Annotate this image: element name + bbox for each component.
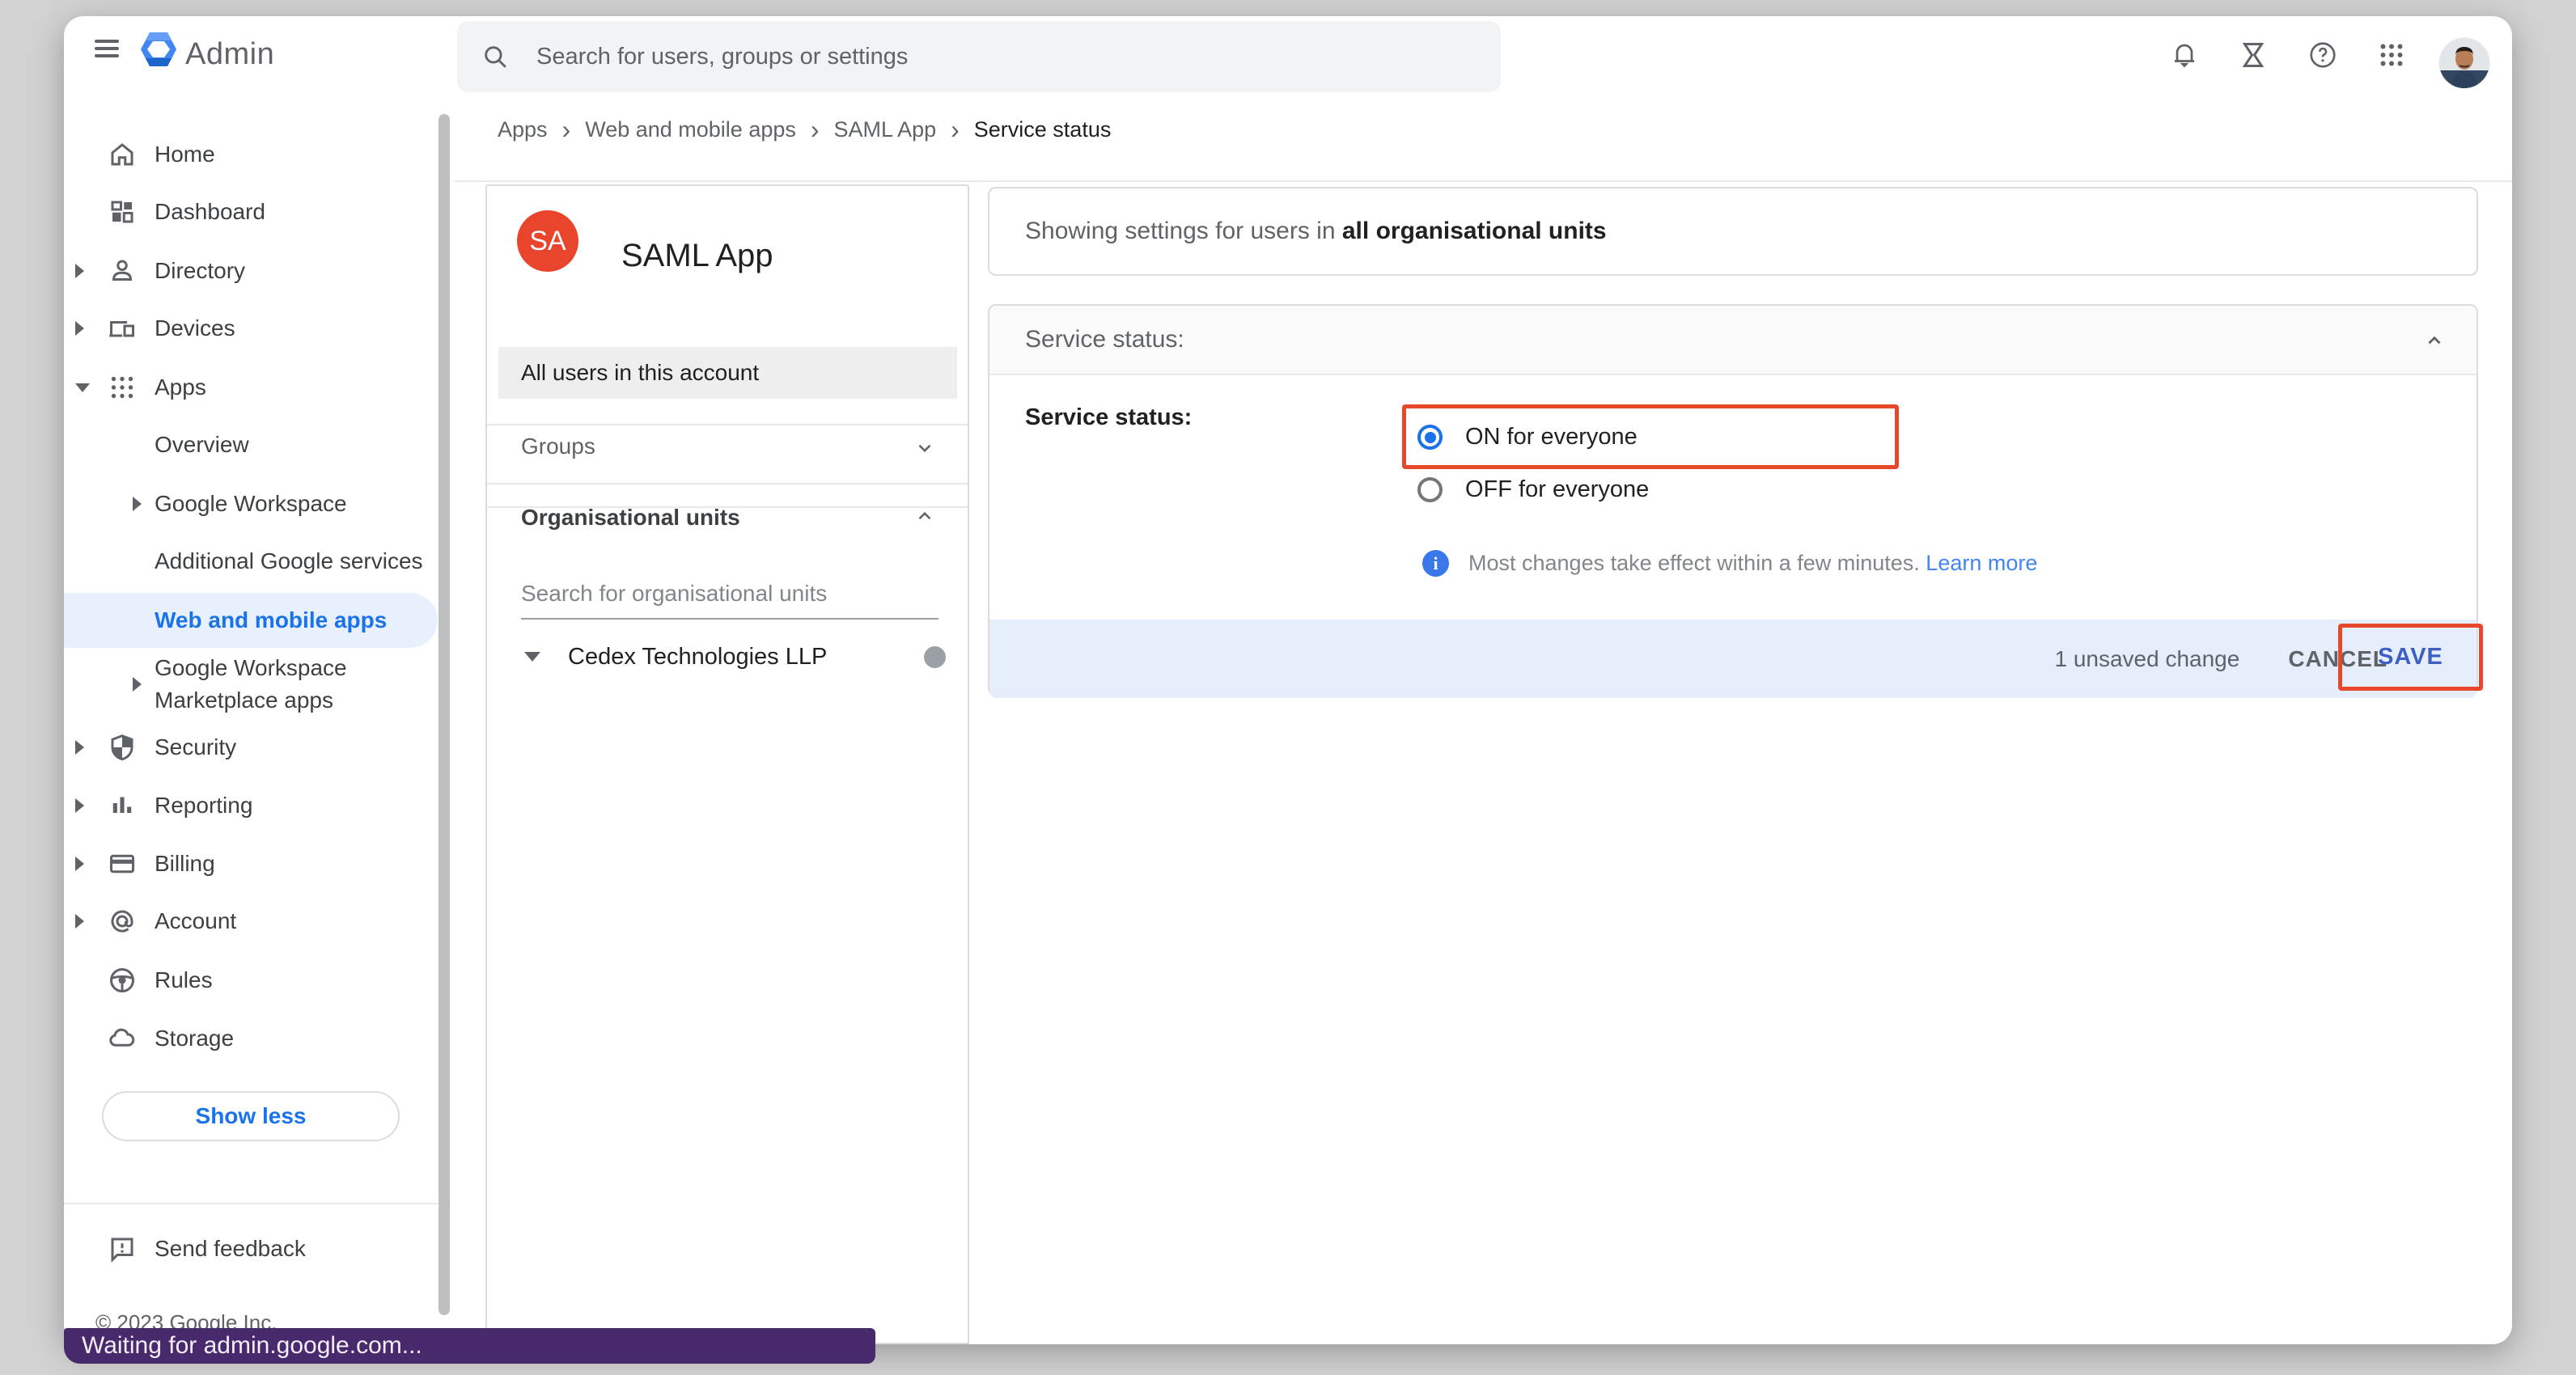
breadcrumb-current: Service status [974,117,1112,142]
send-feedback-button[interactable]: Send feedback [64,1221,438,1277]
expand-caret-icon[interactable] [75,264,84,278]
sidebar-divider [64,1203,451,1204]
search-input[interactable] [536,44,1426,70]
org-units-section-toggle[interactable]: Organisational units [487,489,968,546]
unsaved-count: 1 unsaved change [2054,646,2239,672]
hamburger-menu-icon[interactable] [95,40,119,57]
groups-section-toggle[interactable]: Groups [487,418,968,475]
expand-caret-icon[interactable] [75,740,84,755]
service-status-card: Service status: Service status: ON for e… [988,304,2478,696]
chevron-up-icon [2424,330,2445,351]
at-sign-icon [108,907,137,936]
notifications-bell-icon[interactable] [2170,40,2199,70]
status-text: Waiting for admin.google.com... [82,1332,422,1360]
all-users-item[interactable]: All users in this account [498,347,957,399]
sidebar-item-dashboard[interactable]: Dashboard [64,184,438,240]
sidebar-item-directory[interactable]: Directory [64,243,438,299]
admin-hexagon-logo [141,32,176,66]
sidebar-item-security[interactable]: Security [64,719,438,776]
sidebar-item-google-workspace[interactable]: Google Workspace [64,476,438,532]
apps-icon [108,373,137,402]
devices-icon [108,314,137,343]
sidebar-item-home[interactable]: Home [64,126,438,183]
scope-prefix: Showing settings for users in [1025,218,1342,244]
scope-value: all organisational units [1342,218,1607,244]
breadcrumb-separator: › [811,115,820,145]
breadcrumb-separator: › [951,115,960,145]
sidebar-item-google-workspace-marketplace-apps[interactable]: Google Workspace Marketplace apps [64,652,438,717]
org-unit-row[interactable]: Cedex Technologies LLP [487,632,968,681]
dashboard-icon [108,197,137,226]
sidebar-item-storage[interactable]: Storage [64,1010,438,1067]
sidebar-item-devices[interactable]: Devices [64,300,438,357]
breadcrumb-separator: › [562,115,571,145]
radio-selected-icon[interactable] [1417,425,1443,450]
chevron-down-icon [914,438,935,459]
product-title: Admin [185,37,274,72]
sidebar-item-additional-google-services[interactable]: Additional Google services [64,533,438,590]
collapse-caret-icon[interactable] [75,383,90,392]
apps-grid-icon[interactable] [2377,40,2406,70]
steering-wheel-icon [108,966,137,995]
sidebar-item-account[interactable]: Account [64,893,438,950]
app-name: SAML App [621,238,773,274]
expand-caret-icon[interactable] [75,798,84,813]
cloud-icon [108,1024,137,1053]
radio-unselected-icon[interactable] [1417,477,1443,502]
help-icon[interactable] [2308,40,2337,70]
sidebar-item-web-and-mobile-apps[interactable]: Web and mobile apps [64,593,438,648]
user-avatar[interactable] [2439,38,2489,88]
service-status-field-label: Service status: [1025,404,1192,431]
expand-caret-icon[interactable] [75,914,84,929]
bar-chart-icon [108,791,137,820]
org-units-search-input[interactable] [521,574,938,620]
info-icon: i [1422,550,1449,577]
expand-caret-icon[interactable] [133,497,142,511]
search-icon [481,43,509,70]
app-panel: SA SAML App All users in this account Gr… [485,184,969,1344]
breadcrumb: Apps › Web and mobile apps › SAML App › … [498,112,1111,147]
expand-caret-icon[interactable] [75,321,84,336]
org-units-search[interactable] [521,574,938,620]
sidebar-scrollbar[interactable] [439,114,450,1315]
save-button-highlight-box[interactable]: SAVE [2338,624,2483,691]
expand-caret-icon[interactable] [75,857,84,871]
shield-icon [108,733,137,762]
show-less-button[interactable]: Show less [102,1091,400,1141]
radio-on-for-everyone[interactable]: ON for everyone [1417,424,1638,451]
home-icon [108,140,137,169]
info-note: i Most changes take effect within a few … [1422,550,2037,577]
breadcrumb-apps[interactable]: Apps [498,117,548,142]
sidebar-item-reporting[interactable]: Reporting [64,777,438,834]
expand-caret-icon[interactable] [133,677,142,692]
tree-collapse-caret-icon[interactable] [524,652,540,662]
hourglass-icon[interactable] [2239,40,2268,70]
sidebar-item-overview[interactable]: Overview [64,417,438,473]
info-text: Most changes take effect within a few mi… [1468,551,1926,575]
browser-status-bar: Waiting for admin.google.com... [64,1328,875,1364]
unsaved-changes-bar: 1 unsaved change CANCEL SAVE [989,620,2476,698]
sidebar-item-billing[interactable]: Billing [64,836,438,892]
org-unit-status-dot [924,646,946,668]
app-avatar: SA [517,210,578,272]
global-search[interactable] [457,21,1501,92]
admin-console-window: Admin [64,16,2512,1344]
breadcrumb-web-and-mobile-apps[interactable]: Web and mobile apps [585,117,796,142]
service-status-section-header[interactable]: Service status: [989,306,2476,375]
credit-card-icon [108,849,137,878]
radio-off-for-everyone[interactable]: OFF for everyone [1417,476,1649,503]
scope-banner: Showing settings for users in all organi… [988,187,2478,276]
chevron-up-icon [914,506,935,527]
breadcrumb-divider [454,180,2512,182]
sidebar-item-apps[interactable]: Apps [64,359,438,416]
sidebar-item-rules[interactable]: Rules [64,952,438,1009]
divider [487,483,968,484]
feedback-icon [108,1234,137,1263]
breadcrumb-saml-app[interactable]: SAML App [834,117,937,142]
learn-more-link[interactable]: Learn more [1926,551,2037,575]
save-button: SAVE [2378,644,2443,671]
person-icon [108,256,137,286]
